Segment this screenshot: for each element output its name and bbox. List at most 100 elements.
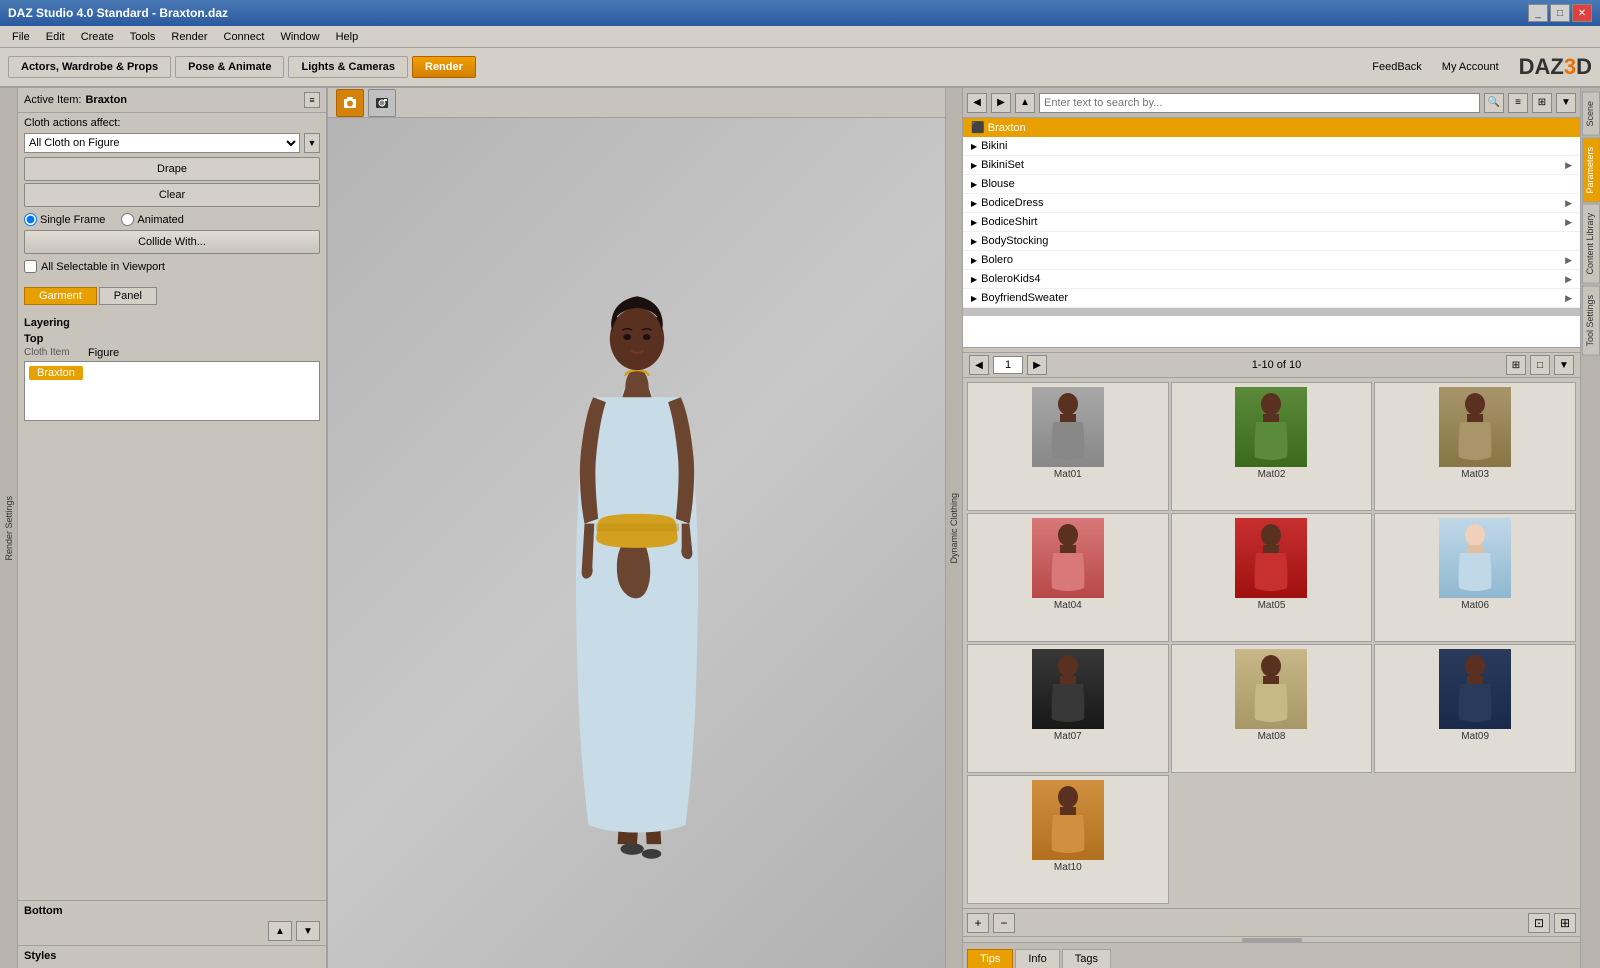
maximize-button[interactable]: □ <box>1550 4 1570 22</box>
action-1-button[interactable]: ⊡ <box>1528 913 1550 933</box>
tree-list: ⬛ Braxton ▶ Bikini ▶ BikiniSet ▶ ▶ Blous… <box>963 118 1580 348</box>
thumb-preview-mat06 <box>1439 518 1511 598</box>
scroll-indicator <box>963 308 1580 316</box>
thumbnail-mat01[interactable]: Mat01 <box>967 382 1169 511</box>
braxton-tag[interactable]: Braxton <box>29 366 83 380</box>
tree-item-bodicedress[interactable]: ▶ BodiceDress ▶ <box>963 194 1580 213</box>
thumb-label-mat07: Mat07 <box>1054 731 1082 742</box>
thumbnail-mat02[interactable]: Mat02 <box>1171 382 1373 511</box>
viewport <box>328 88 945 968</box>
nav-forward-button[interactable]: ▶ <box>991 93 1011 113</box>
menu-help[interactable]: Help <box>328 29 367 45</box>
thumbnail-mat07[interactable]: Mat07 <box>967 644 1169 773</box>
scroll-thumb[interactable] <box>1242 938 1302 942</box>
nav-up-button[interactable]: ▲ <box>1015 93 1035 113</box>
search-input[interactable] <box>1039 93 1480 113</box>
main-layout: Render Settings Active Item: Braxton ≡ C… <box>0 88 1600 968</box>
toolbar-lights[interactable]: Lights & Cameras <box>288 56 408 78</box>
braxton-selected-item[interactable]: ⬛ Braxton <box>963 118 1580 137</box>
more-options-button[interactable]: ▼ <box>1556 93 1576 113</box>
dynamic-clothing-tab[interactable]: Dynamic Clothing <box>945 88 963 968</box>
tree-item-boyfriendsweater[interactable]: ▶ BoyfriendSweater ▶ <box>963 289 1580 308</box>
figure-col-val: Figure <box>88 347 320 359</box>
tabs-row: Garment Panel <box>18 279 326 313</box>
pagination-bar: ◀ ▶ 1-10 of 10 ⊞ □ ▼ <box>963 352 1580 378</box>
dynamic-clothing-label: Dynamic Clothing <box>949 489 959 568</box>
content-library-tab[interactable]: Content Library <box>1582 204 1600 284</box>
my-account-link[interactable]: My Account <box>1442 61 1499 73</box>
menu-render[interactable]: Render <box>163 29 215 45</box>
clear-button[interactable]: Clear <box>24 183 320 207</box>
panel-tab[interactable]: Panel <box>99 287 157 305</box>
render-settings-tab[interactable]: Render Settings <box>0 88 18 968</box>
screenshot-icon[interactable] <box>368 89 396 117</box>
tree-item-bikiniset[interactable]: ▶ BikiniSet ▶ <box>963 156 1580 175</box>
tree-item-bodystocking[interactable]: ▶ BodyStocking <box>963 232 1580 251</box>
page-prev-button[interactable]: ◀ <box>969 355 989 375</box>
single-frame-radio[interactable] <box>24 213 37 226</box>
toolbar-actors[interactable]: Actors, Wardrobe & Props <box>8 56 171 78</box>
up-arrow-button[interactable]: ▲ <box>268 921 292 941</box>
menu-tools[interactable]: Tools <box>122 29 164 45</box>
add-button[interactable]: + <box>967 913 989 933</box>
page-settings-button[interactable]: ⊞ <box>1506 355 1526 375</box>
menu-connect[interactable]: Connect <box>216 29 273 45</box>
action-2-button[interactable]: ⊞ <box>1554 913 1576 933</box>
parameters-tab[interactable]: Parameters <box>1582 138 1600 203</box>
active-item-label: Active Item: <box>24 94 81 106</box>
menu-file[interactable]: File <box>4 29 38 45</box>
menu-edit[interactable]: Edit <box>38 29 73 45</box>
info-tab[interactable]: Info <box>1015 949 1059 968</box>
tree-item-bolerokids4[interactable]: ▶ BoleroKids4 ▶ <box>963 270 1580 289</box>
search-button[interactable]: 🔍 <box>1484 93 1504 113</box>
page-next-button[interactable]: ▶ <box>1027 355 1047 375</box>
all-selectable-checkbox[interactable] <box>24 260 37 273</box>
thumbnail-mat08[interactable]: Mat08 <box>1171 644 1373 773</box>
scene-tab[interactable]: Scene <box>1582 92 1600 136</box>
thumbnail-mat04[interactable]: Mat04 <box>967 513 1169 642</box>
cloth-item-col-label: Cloth Item <box>24 347 84 359</box>
minimize-button[interactable]: _ <box>1528 4 1548 22</box>
page-number-input[interactable] <box>993 356 1023 374</box>
cloth-actions-expand[interactable]: ▼ <box>304 133 320 153</box>
thumbnail-mat03[interactable]: Mat03 <box>1374 382 1576 511</box>
page-more-button[interactable]: ▼ <box>1554 355 1574 375</box>
thumb-preview-mat02 <box>1235 387 1307 467</box>
single-frame-label: Single Frame <box>24 213 105 226</box>
remove-button[interactable]: − <box>993 913 1015 933</box>
camera-icon[interactable] <box>336 89 364 117</box>
menu-window[interactable]: Window <box>272 29 327 45</box>
thumb-label-mat03: Mat03 <box>1461 469 1489 480</box>
nav-back-button[interactable]: ◀ <box>967 93 987 113</box>
view-options-button[interactable]: ≡ <box>1508 93 1528 113</box>
panel-options-button[interactable]: ≡ <box>304 92 320 108</box>
tree-item-bodiceshirt[interactable]: ▶ BodiceShirt ▶ <box>963 213 1580 232</box>
tags-tab[interactable]: Tags <box>1062 949 1111 968</box>
thumbnail-mat10[interactable]: Mat10 <box>967 775 1169 904</box>
close-button[interactable]: ✕ <box>1572 4 1592 22</box>
tree-item-blouse[interactable]: ▶ Blouse <box>963 175 1580 194</box>
drape-button[interactable]: Drape <box>24 157 320 181</box>
right-edge-tabs: Scene Parameters Content Library Tool Se… <box>1580 88 1600 968</box>
down-arrow-button[interactable]: ▼ <box>296 921 320 941</box>
tips-tab[interactable]: Tips <box>967 949 1013 968</box>
garment-tab[interactable]: Garment <box>24 287 97 305</box>
styles-label: Styles <box>24 950 320 962</box>
thumbnail-mat09[interactable]: Mat09 <box>1374 644 1576 773</box>
tool-settings-tab[interactable]: Tool Settings <box>1582 286 1600 356</box>
page-layout-button[interactable]: □ <box>1530 355 1550 375</box>
animated-radio[interactable] <box>121 213 134 226</box>
daz-logo: DAZ3D <box>1519 54 1592 80</box>
feedback-link[interactable]: FeedBack <box>1372 61 1422 73</box>
toolbar-render[interactable]: Render <box>412 56 476 78</box>
tree-item-bikini[interactable]: ▶ Bikini <box>963 137 1580 156</box>
thumbnail-mat05[interactable]: Mat05 <box>1171 513 1373 642</box>
toolbar-pose[interactable]: Pose & Animate <box>175 56 284 78</box>
animated-label: Animated <box>121 213 183 226</box>
layout-button[interactable]: ⊞ <box>1532 93 1552 113</box>
menu-create[interactable]: Create <box>73 29 122 45</box>
cloth-actions-dropdown[interactable]: All Cloth on Figure Selected Cloth Item <box>24 133 300 153</box>
thumbnail-mat06[interactable]: Mat06 <box>1374 513 1576 642</box>
collide-with-button[interactable]: Collide With... <box>24 230 320 254</box>
tree-item-bolero[interactable]: ▶ Bolero ▶ <box>963 251 1580 270</box>
